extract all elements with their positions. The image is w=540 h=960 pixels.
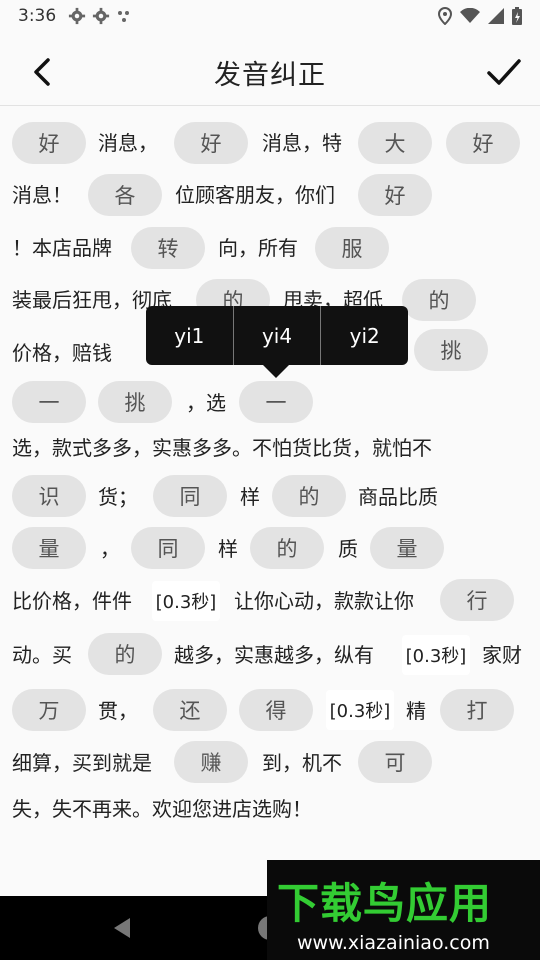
polyphone-chip[interactable]: 的 — [272, 475, 346, 517]
polyphone-chip[interactable]: 的 — [250, 527, 324, 569]
passage-text: ， — [100, 537, 120, 561]
passage-text: 比价格，件件 — [12, 589, 132, 613]
app-bar: 发音纠正 — [0, 34, 540, 106]
passage-text: 动。买 — [12, 643, 72, 667]
dots-icon — [118, 11, 129, 22]
passage-text: 样 — [240, 485, 260, 509]
passage-text: 越多，实惠越多，纵有 — [174, 643, 374, 667]
status-system-icons — [438, 7, 522, 25]
passage-text: 消息，特 — [262, 131, 342, 155]
status-bar: 3:36 — [0, 0, 540, 34]
passage-text: 位顾客朋友，你们 — [175, 183, 335, 207]
status-notification-icons — [68, 7, 132, 25]
passage-text: 价格，赔钱 — [12, 341, 112, 365]
status-time: 3:36 — [18, 6, 57, 26]
polyphone-chip[interactable]: 的 — [402, 279, 476, 321]
polyphone-chip[interactable]: 好 — [12, 122, 86, 164]
pinyin-option[interactable]: yi2 — [320, 306, 408, 365]
pinyin-popup: yi1 yi4 yi2 — [146, 306, 408, 365]
polyphone-chip[interactable]: 打 — [440, 689, 514, 731]
polyphone-chip[interactable]: 一 — [12, 381, 86, 423]
polyphone-chip[interactable]: 行 — [440, 579, 514, 621]
pause-marker[interactable]: [0.3秒] — [326, 690, 394, 730]
passage-text: ，选 — [186, 391, 226, 415]
passage-text: 家财 — [482, 643, 522, 667]
polyphone-chip[interactable]: 赚 — [174, 741, 248, 783]
polyphone-chip[interactable]: 万 — [12, 689, 86, 731]
location-icon — [438, 7, 452, 25]
polyphone-chip[interactable]: 好 — [174, 122, 248, 164]
passage-text: 向，所有 — [218, 236, 298, 260]
polyphone-chip[interactable]: 服 — [315, 227, 389, 269]
polyphone-chip[interactable]: 得 — [239, 689, 313, 731]
polyphone-chip[interactable]: 同 — [153, 475, 227, 517]
polyphone-chip-selected[interactable]: 一 — [239, 381, 313, 423]
passage-content: 好 消息， 好 消息，特 大 好 消息！ 各 位顾客朋友，你们 好 ！本店品牌 … — [0, 106, 540, 896]
passage-text: 贯， — [98, 699, 138, 723]
gear-icon — [68, 7, 86, 25]
polyphone-chip[interactable]: 挑 — [98, 381, 172, 423]
polyphone-chip[interactable]: 量 — [370, 527, 444, 569]
watermark: 下载鸟应用 www.xiazainiao.com — [267, 860, 540, 960]
pinyin-option[interactable]: yi1 — [146, 306, 233, 365]
passage-text: 精 — [406, 699, 426, 723]
polyphone-chip[interactable]: 的 — [88, 633, 162, 675]
polyphone-chip[interactable]: 可 — [358, 741, 432, 783]
passage-text: ！本店品牌 — [12, 236, 112, 260]
confirm-button[interactable] — [482, 50, 526, 94]
pause-marker[interactable]: [0.3秒] — [152, 581, 220, 621]
passage-text: 商品比质 — [358, 485, 438, 509]
passage-text: 到，机不 — [262, 751, 342, 775]
polyphone-chip[interactable]: 同 — [131, 527, 205, 569]
polyphone-chip[interactable]: 识 — [12, 475, 86, 517]
passage-text: 让你心动，款款让你 — [234, 589, 414, 613]
popup-arrow — [262, 364, 290, 378]
gear-icon — [92, 7, 110, 25]
check-icon — [487, 59, 521, 85]
passage-text: 质 — [338, 537, 358, 561]
passage-text: 细算，买到就是 — [12, 751, 152, 775]
wifi-icon — [460, 8, 480, 23]
signal-icon — [488, 8, 504, 24]
page-title: 发音纠正 — [214, 60, 326, 91]
polyphone-chip[interactable]: 好 — [358, 174, 432, 216]
watermark-title: 下载鸟应用 — [277, 879, 493, 928]
passage-text: 样 — [218, 537, 238, 561]
pinyin-option[interactable]: yi4 — [232, 306, 321, 365]
passage-text: 消息！ — [12, 183, 72, 207]
nav-back-icon[interactable] — [108, 914, 136, 942]
passage-text: 选，款式多多，实惠多多。不怕货比货，就怕不 — [12, 436, 432, 460]
polyphone-chip[interactable]: 挑 — [414, 329, 488, 371]
passage-text: 失，失不再来。欢迎您进店选购！ — [12, 797, 312, 821]
polyphone-chip[interactable]: 各 — [88, 174, 162, 216]
battery-icon — [512, 7, 522, 25]
polyphone-chip[interactable]: 大 — [358, 122, 432, 164]
polyphone-chip[interactable]: 好 — [446, 122, 520, 164]
passage-text: 消息， — [98, 131, 158, 155]
passage-text: 货； — [98, 485, 138, 509]
polyphone-chip[interactable]: 量 — [12, 527, 86, 569]
watermark-url: www.xiazainiao.com — [297, 932, 490, 954]
polyphone-chip[interactable]: 还 — [153, 689, 227, 731]
polyphone-chip[interactable]: 转 — [131, 227, 205, 269]
pause-marker[interactable]: [0.3秒] — [402, 635, 470, 675]
